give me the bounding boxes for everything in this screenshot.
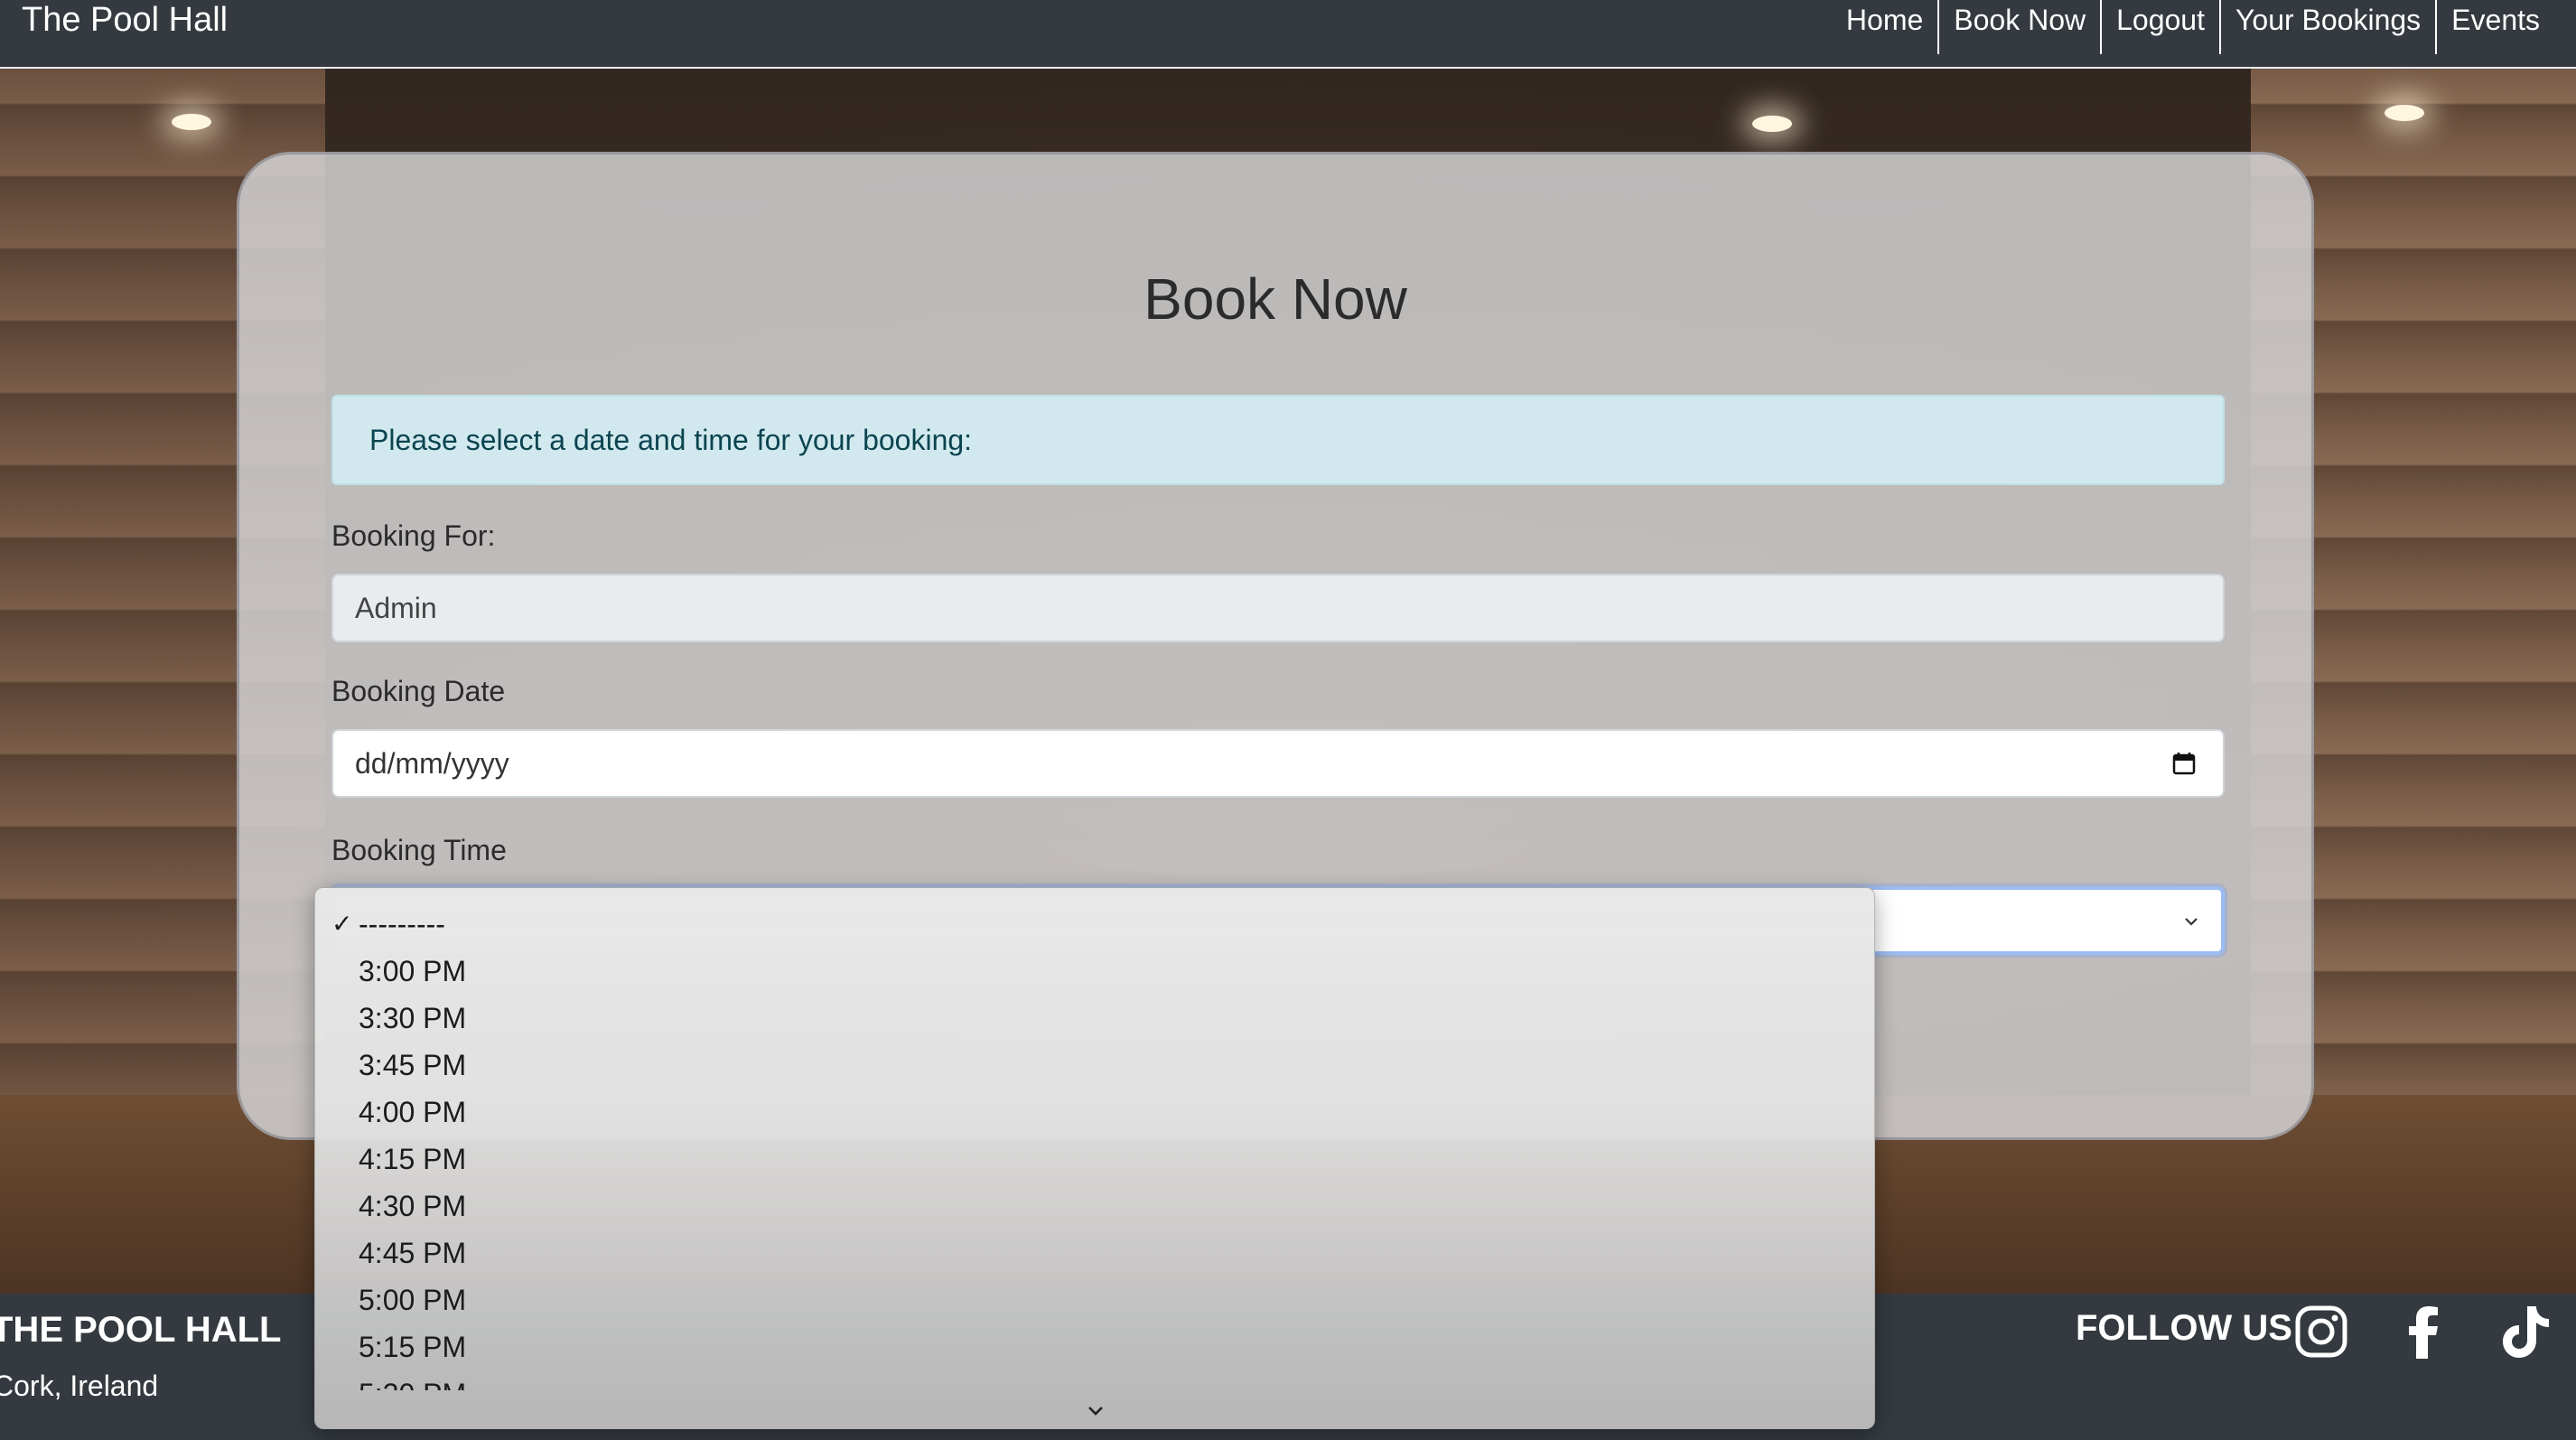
scroll-down-icon[interactable] bbox=[1085, 1403, 1106, 1419]
booking-for-field[interactable]: Admin bbox=[331, 574, 2225, 642]
time-option[interactable]: --------- bbox=[359, 901, 445, 948]
time-option[interactable]: 5:00 PM bbox=[359, 1276, 466, 1323]
instagram-icon[interactable] bbox=[2292, 1303, 2350, 1361]
time-option[interactable]: 3:30 PM bbox=[359, 995, 466, 1042]
tiktok-icon[interactable] bbox=[2497, 1303, 2554, 1361]
page-title: Book Now bbox=[1143, 266, 1407, 332]
time-option[interactable]: 3:45 PM bbox=[359, 1042, 466, 1089]
booking-date-placeholder: dd/mm/yyyy bbox=[355, 747, 509, 780]
ceiling-light bbox=[1752, 116, 1792, 132]
booking-time-label: Booking Time bbox=[331, 834, 507, 866]
chevron-down-icon bbox=[2185, 918, 2198, 926]
nav-home[interactable]: Home bbox=[1832, 0, 1937, 54]
follow-us-label: FOLLOW US bbox=[2076, 1308, 2292, 1348]
time-option[interactable]: 5:30 PM bbox=[359, 1370, 466, 1390]
nav-your-bookings[interactable]: Your Bookings bbox=[2218, 0, 2435, 54]
time-option[interactable]: 3:00 PM bbox=[359, 948, 466, 995]
time-option[interactable]: 4:15 PM bbox=[359, 1136, 466, 1183]
ceiling-light bbox=[2385, 105, 2424, 121]
time-option[interactable]: 4:45 PM bbox=[359, 1230, 466, 1276]
ceiling-light bbox=[172, 114, 211, 130]
time-option[interactable]: 4:30 PM bbox=[359, 1183, 466, 1230]
brand-link[interactable]: The Pool Hall bbox=[22, 0, 228, 40]
facebook-icon[interactable] bbox=[2395, 1303, 2453, 1361]
selected-check-icon: ✓ bbox=[331, 910, 353, 938]
time-option[interactable]: 5:15 PM bbox=[359, 1323, 466, 1370]
nav-links: Home Book Now Logout Your Bookings Event… bbox=[1832, 0, 2554, 54]
nav-logout[interactable]: Logout bbox=[2100, 0, 2219, 54]
info-alert: Please select a date and time for your b… bbox=[331, 395, 2225, 485]
booking-date-field[interactable]: dd/mm/yyyy bbox=[331, 729, 2225, 798]
calendar-icon[interactable] bbox=[2172, 752, 2196, 775]
footer-title: THE POOL HALL bbox=[0, 1310, 282, 1350]
time-option[interactable]: 4:00 PM bbox=[359, 1089, 466, 1136]
booking-date-label: Booking Date bbox=[331, 675, 506, 707]
booking-for-label: Booking For: bbox=[331, 519, 496, 552]
footer-location: Cork, Ireland bbox=[0, 1370, 159, 1402]
nav-events[interactable]: Events bbox=[2435, 0, 2554, 54]
navbar: The Pool Hall Home Book Now Logout Your … bbox=[0, 0, 2576, 69]
nav-book-now[interactable]: Book Now bbox=[1937, 0, 2100, 54]
booking-time-dropdown: ✓ --------- 3:00 PM 3:30 PM 3:45 PM 4:00… bbox=[314, 887, 1875, 1429]
